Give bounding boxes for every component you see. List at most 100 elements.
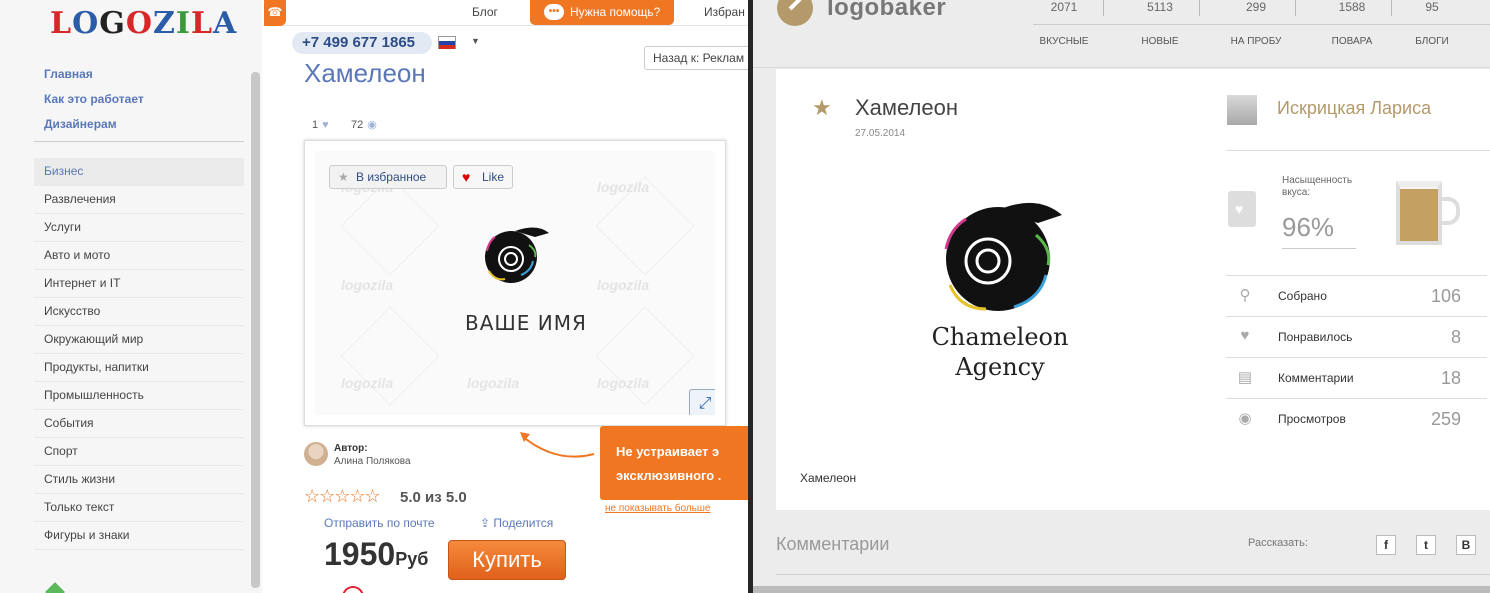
stat-label: ВКУСНЫЕ — [1039, 36, 1089, 47]
expand-icon[interactable]: ⤢ — [689, 389, 715, 415]
facebook-icon[interactable]: f — [1376, 535, 1396, 555]
category-item-events[interactable]: События — [34, 410, 244, 438]
like-button[interactable]: ♥ Like — [453, 165, 513, 189]
author-divider — [1226, 150, 1490, 151]
product-main: ☎ Блог ••• Нужна помощь? Избран +7 499 6… — [264, 0, 748, 593]
stat-label: НА ПРОБУ — [1230, 36, 1282, 47]
badge-icon — [342, 586, 364, 593]
chevron-down-icon[interactable]: ▼ — [471, 36, 480, 46]
category-item-food[interactable]: Продукты, напитки — [34, 354, 244, 382]
heart-icon: ♥ — [322, 119, 329, 131]
russia-flag-icon[interactable] — [438, 36, 456, 49]
stat-separator — [1295, 0, 1296, 16]
promo-banner[interactable]: Не устраивает э эксклюзивного . — [600, 426, 748, 500]
category-item-auto[interactable]: Авто и мото — [34, 242, 244, 270]
category-item-environment[interactable]: Окружающий мир — [34, 326, 244, 354]
author-name[interactable]: Искрицкая Лариса — [1277, 98, 1431, 119]
author-avatar[interactable] — [1227, 95, 1257, 125]
green-diamond-icon — [45, 582, 65, 593]
logo-preview[interactable]: logozila logozila logozila logozila logo… — [315, 151, 715, 415]
watermark-text: logozila — [341, 277, 394, 293]
row-label: Просмотров — [1278, 412, 1346, 426]
stat-row-comments[interactable]: ▤ Комментарии 18 — [1226, 357, 1487, 398]
horizontal-scrollbar[interactable] — [753, 586, 1490, 593]
logo-image[interactable]: Chameleon Agency — [800, 149, 1200, 449]
stat-value: 95 — [1425, 0, 1439, 14]
category-item-text-only[interactable]: Только текст — [34, 494, 244, 522]
stat-to-try[interactable]: 299 НА ПРОБУ — [1208, 0, 1304, 47]
eye-icon: ◉ — [1238, 410, 1252, 427]
help-button[interactable]: ••• Нужна помощь? — [530, 0, 674, 25]
logo-preview-frame: logozila logozila logozila logozila logo… — [304, 140, 726, 426]
phone-number[interactable]: +7 499 677 1865 — [292, 32, 432, 54]
watermark-text: logozila — [597, 375, 650, 391]
category-list: Бизнес Развлечения Услуги Авто и мото Ин… — [34, 158, 244, 550]
category-item-art[interactable]: Искусство — [34, 298, 244, 326]
share-icon: ⇪ — [480, 516, 491, 530]
category-item-business[interactable]: Бизнес — [34, 158, 244, 186]
back-to-select[interactable]: Назад к: Реклам — [644, 46, 748, 70]
author-name[interactable]: Алина Полякова — [334, 456, 411, 467]
likes-count: 1 — [312, 119, 319, 131]
sidebar-scrollbar[interactable] — [251, 72, 260, 588]
stat-separator — [1103, 0, 1104, 16]
whisk-logo-icon[interactable] — [777, 0, 813, 26]
comments-heading: Комментарии — [776, 534, 890, 554]
category-item-lifestyle[interactable]: Стиль жизни — [34, 466, 244, 494]
page-title: Хамелеон — [304, 58, 426, 88]
stat-label: БЛОГИ — [1415, 36, 1449, 47]
buy-button[interactable]: Купить — [448, 540, 566, 580]
stat-blogs[interactable]: 95 БЛОГИ — [1384, 0, 1480, 47]
watermark-text: logozila — [341, 375, 394, 391]
saturation-value: 96% — [1282, 212, 1356, 249]
logozila-window: LOGOZILA Главная Как это работает Дизайн… — [0, 0, 748, 593]
add-to-favorites-button[interactable]: ★ В избранное — [329, 165, 447, 189]
price-value: 1950 — [324, 536, 396, 572]
topbar-blog-link[interactable]: Блог — [472, 5, 498, 19]
arrow-icon — [520, 432, 595, 458]
nav-link-how-it-works[interactable]: Как это работает — [44, 91, 144, 116]
send-by-email-link[interactable]: Отправить по почте — [324, 516, 435, 530]
sidebar-top-links: Главная Как это работает Дизайнерам — [44, 66, 144, 141]
category-item-entertainment[interactable]: Развлечения — [34, 186, 244, 214]
logo-date: 27.05.2014 — [855, 128, 906, 139]
nav-link-home[interactable]: Главная — [44, 66, 144, 91]
header-divider — [1033, 24, 1490, 25]
category-item-industry[interactable]: Промышленность — [34, 382, 244, 410]
stat-value: 5113 — [1147, 0, 1173, 14]
rating-stars[interactable]: ☆☆☆☆☆ — [304, 486, 381, 507]
logobaker-header: logobaker 2071 ВКУСНЫЕ 5113 НОВЫЕ 299 НА… — [753, 0, 1490, 68]
category-item-shapes[interactable]: Фигуры и знаки — [34, 522, 244, 550]
twitter-icon[interactable]: t — [1416, 535, 1436, 555]
stat-row-liked[interactable]: ♥ Понравилось 8 — [1226, 316, 1487, 357]
category-item-services[interactable]: Услуги — [34, 214, 244, 242]
logozila-logo[interactable]: LOGOZILA — [50, 6, 237, 41]
dont-show-again-link[interactable]: не показывать больше — [605, 503, 710, 514]
logo-text-line1: Chameleon — [932, 323, 1069, 351]
top-bar: ☎ Блог ••• Нужна помощь? Избран — [264, 0, 748, 26]
vkontakte-icon[interactable]: B — [1456, 535, 1476, 555]
logobaker-logo[interactable]: logobaker — [827, 0, 946, 22]
category-item-internet[interactable]: Интернет и IT — [34, 270, 244, 298]
share-link[interactable]: ⇪ Поделится — [480, 516, 553, 530]
watermark-text: logozila — [467, 375, 520, 391]
sidebar: LOGOZILA Главная Как это работает Дизайн… — [0, 0, 262, 593]
rating-value: 5.0 из 5.0 — [400, 489, 467, 506]
category-item-sport[interactable]: Спорт — [34, 438, 244, 466]
row-value: 18 — [1440, 368, 1461, 388]
topbar-favorites-link[interactable]: Избран — [704, 5, 745, 19]
nav-link-designers[interactable]: Дизайнерам — [44, 116, 144, 141]
views-count: 72 — [351, 119, 364, 131]
author-avatar[interactable] — [304, 442, 328, 466]
phone-tab-icon[interactable]: ☎ — [264, 0, 286, 26]
author-label: Автор: — [334, 443, 368, 454]
help-button-label: Нужна помощь? — [570, 5, 661, 19]
row-value: 259 — [1430, 409, 1461, 429]
stat-new[interactable]: 5113 НОВЫЕ — [1112, 0, 1208, 47]
stat-tasty[interactable]: 2071 ВКУСНЫЕ — [1016, 0, 1112, 47]
logo-title: Хамелеон — [855, 95, 958, 120]
add-to-favorites-label: В избранное — [356, 170, 427, 184]
star-icon[interactable]: ★ — [812, 95, 832, 121]
stat-label: НОВЫЕ — [1141, 36, 1179, 47]
star-icon: ★ — [338, 170, 349, 184]
